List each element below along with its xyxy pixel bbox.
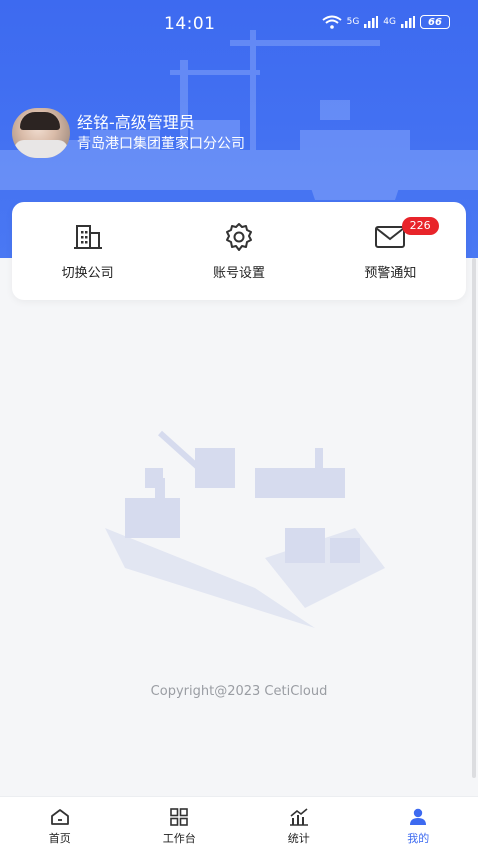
switch-company-label: 切换公司	[61, 266, 114, 281]
tab-home-label: 首页	[48, 832, 71, 845]
battery-icon: 66	[420, 15, 450, 29]
wifi-icon	[321, 15, 342, 29]
user-profile[interactable]: 经铭-高级管理员 青岛港口集团董家口分公司	[12, 108, 245, 158]
grid-icon	[170, 808, 189, 826]
signal-4g-label: 4G	[383, 17, 396, 27]
status-icons: 5G 4G 66	[321, 15, 450, 29]
status-bar: 14:01 5G 4G 66	[0, 0, 478, 46]
port-illustration	[105, 430, 385, 628]
gear-icon	[225, 223, 252, 251]
user-name: 经铭-高级管理员	[77, 112, 195, 132]
tab-workbench-label: 工作台	[162, 832, 196, 845]
tab-workbench[interactable]: 工作台	[120, 797, 240, 850]
user-icon	[410, 808, 427, 825]
tab-statistics[interactable]: 统计	[239, 797, 359, 850]
home-icon	[50, 809, 69, 825]
building-icon	[73, 225, 102, 249]
alert-count-badge: 226	[401, 217, 439, 235]
switch-company-button[interactable]: 切换公司	[12, 202, 163, 300]
chart-icon	[289, 808, 308, 826]
signal-bars-icon	[401, 16, 415, 28]
user-company: 青岛港口集团董家口分公司	[77, 135, 245, 152]
signal-5g-label: 5G	[346, 17, 360, 27]
tab-mine[interactable]: 我的	[359, 797, 478, 850]
account-settings-button[interactable]: 账号设置	[163, 202, 314, 300]
quick-actions-card: 切换公司 账号设置 226 预警通知	[12, 202, 466, 300]
tab-statistics-label: 统计	[287, 832, 310, 845]
bottom-tab-bar: 首页 工作台 统计 我的	[0, 796, 478, 850]
alert-notification-button[interactable]: 226 预警通知	[315, 202, 466, 300]
tab-home[interactable]: 首页	[0, 797, 120, 850]
alert-notification-label: 预警通知	[364, 266, 417, 281]
status-time: 14:01	[164, 14, 216, 34]
avatar[interactable]	[12, 108, 70, 158]
account-settings-label: 账号设置	[212, 266, 265, 281]
scrollbar[interactable]	[472, 258, 476, 778]
copyright-text: Copyright@2023 CetiCloud	[150, 684, 328, 699]
signal-bars-icon	[364, 16, 379, 28]
tab-mine-label: 我的	[407, 832, 430, 845]
